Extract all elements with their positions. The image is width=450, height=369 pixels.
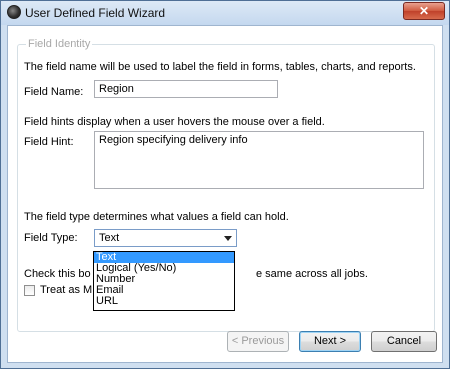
field-name-label: Field Name:: [24, 86, 84, 98]
window-title: User Defined Field Wizard: [25, 6, 166, 20]
field-name-input[interactable]: Region: [94, 80, 278, 98]
field-type-selected: Text: [99, 232, 120, 244]
group-legend: Field Identity: [26, 38, 93, 50]
wizard-window: User Defined Field Wizard ✕ Field Identi…: [0, 0, 450, 369]
field-hint-textarea[interactable]: Region specifying delivery info: [94, 131, 424, 189]
field-type-label: Field Type:: [24, 232, 78, 244]
close-icon[interactable]: ✕: [403, 2, 445, 20]
master-description-right: e same across all jobs.: [256, 268, 368, 280]
dropdown-option-url[interactable]: URL: [94, 296, 234, 307]
treat-as-master-checkbox[interactable]: [24, 285, 35, 296]
field-hint-description: Field hints display when a user hovers t…: [24, 116, 325, 128]
field-type-dropdown-list: Text Logical (Yes/No) Number Email URL: [93, 251, 235, 311]
title-bar[interactable]: User Defined Field Wizard ✕: [1, 1, 449, 25]
next-button[interactable]: Next >: [299, 331, 361, 352]
wizard-content: Field Identity The field name will be us…: [7, 25, 443, 363]
field-type-select[interactable]: Text: [94, 229, 237, 247]
chevron-down-icon[interactable]: [224, 236, 232, 241]
field-type-description: The field type determines what values a …: [24, 211, 289, 223]
previous-button[interactable]: < Previous: [227, 331, 289, 352]
field-name-description: The field name will be used to label the…: [24, 61, 416, 73]
field-hint-label: Field Hint:: [24, 136, 74, 148]
app-icon: [7, 5, 21, 19]
master-description-left: Check this bo: [24, 268, 91, 280]
cancel-button[interactable]: Cancel: [371, 331, 437, 352]
treat-as-master-label: Treat as M: [40, 284, 93, 296]
